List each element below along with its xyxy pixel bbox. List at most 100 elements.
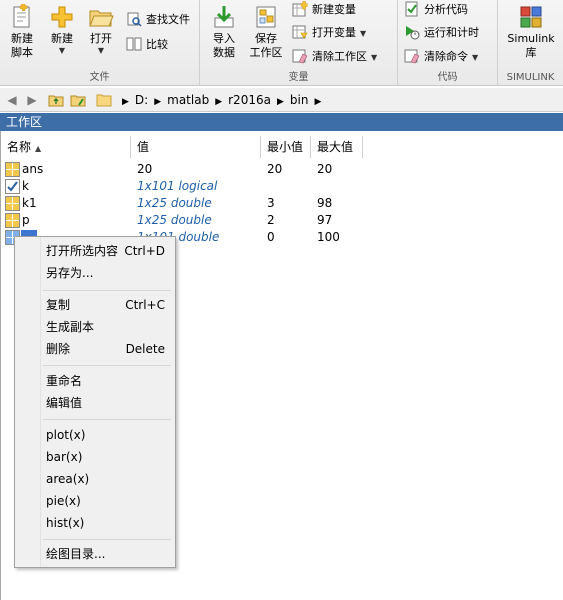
table-row[interactable]: p 1x25 double 2 97 bbox=[1, 212, 563, 229]
variable-section: 导入 数据 保存 工作区 新建变量 打开变量 ▼ 清除工作区 ▼ 变量 bbox=[200, 0, 398, 86]
clear-workspace-label: 清除工作区 bbox=[312, 50, 367, 63]
forward-arrow-icon[interactable]: ▶ bbox=[24, 92, 40, 108]
chevron-right-icon: ▶ bbox=[276, 97, 284, 107]
column-header-label: 值 bbox=[137, 140, 150, 154]
column-header-value[interactable]: 值 bbox=[131, 136, 261, 158]
variable-value: 1x25 double bbox=[137, 213, 212, 227]
column-header-max[interactable]: 最大值 bbox=[311, 136, 363, 158]
breadcrumb: ▶ D: ▶ matlab ▶ r2016a ▶ bin ▶ bbox=[118, 88, 325, 112]
breadcrumb-item[interactable]: matlab bbox=[167, 93, 209, 107]
new-variable-icon bbox=[292, 1, 308, 17]
variable-max: 98 bbox=[317, 196, 333, 210]
menu-item-label: plot(x) bbox=[46, 428, 86, 442]
file-section: 新建 脚本 新建 ▼ 打开 ▼ 查找文件 比较 文件 bbox=[0, 0, 200, 86]
menu-item-pie[interactable]: pie(x) bbox=[15, 490, 175, 512]
simulink-section: Simulink 库 SIMULINK bbox=[498, 0, 563, 86]
column-header-name[interactable]: 名称 ▲ bbox=[1, 136, 131, 158]
simulink-library-button[interactable]: Simulink 库 bbox=[502, 2, 560, 68]
toolstrip: 新建 脚本 新建 ▼ 打开 ▼ 查找文件 比较 文件 导入 数据 保存 工作区 … bbox=[0, 0, 563, 86]
chevron-right-icon: ▶ bbox=[154, 97, 162, 107]
run-and-time-label: 运行和计时 bbox=[424, 26, 479, 39]
folder-icon bbox=[96, 94, 112, 107]
save-workspace-button[interactable]: 保存 工作区 bbox=[246, 2, 286, 68]
save-workspace-icon bbox=[256, 6, 276, 28]
variable-name: k bbox=[22, 179, 29, 193]
new-script-button[interactable]: 新建 脚本 bbox=[4, 2, 40, 68]
simulink-library-icon bbox=[520, 6, 542, 28]
menu-item-area[interactable]: area(x) bbox=[15, 468, 175, 490]
open-variable-icon bbox=[292, 25, 308, 39]
new-label: 新建 bbox=[51, 32, 73, 45]
save-workspace-label-1: 保存 bbox=[255, 32, 277, 45]
menu-item-label: 打开所选内容 bbox=[46, 244, 119, 258]
import-data-label-1: 导入 bbox=[213, 32, 235, 45]
menu-item-plot[interactable]: plot(x) bbox=[15, 424, 175, 446]
compare-button[interactable]: 比较 bbox=[126, 35, 168, 55]
table-row[interactable]: k 1x101 logical bbox=[1, 178, 563, 195]
chevron-right-icon: ▶ bbox=[314, 97, 322, 107]
menu-separator bbox=[43, 290, 171, 291]
menu-item-delete[interactable]: 删除 Delete bbox=[15, 338, 175, 360]
menu-item-shortcut: Ctrl+C bbox=[125, 298, 165, 312]
breadcrumb-item[interactable]: bin bbox=[290, 93, 309, 107]
variable-name: ans bbox=[22, 162, 44, 176]
column-header-label: 最小值 bbox=[267, 140, 304, 154]
chevron-right-icon: ▶ bbox=[215, 97, 223, 107]
open-button[interactable]: 打开 ▼ bbox=[84, 2, 118, 68]
menu-item-label: 编辑值 bbox=[46, 396, 83, 410]
chevron-down-icon: ▼ bbox=[360, 29, 367, 38]
breadcrumb-item[interactable]: D: bbox=[135, 93, 148, 107]
code-section-label: 代码 bbox=[437, 72, 458, 83]
compare-icon bbox=[126, 37, 142, 51]
menu-separator bbox=[43, 419, 171, 420]
menu-item-hist[interactable]: hist(x) bbox=[15, 512, 175, 534]
save-workspace-label-2: 工作区 bbox=[249, 46, 283, 59]
variable-max: 20 bbox=[317, 162, 333, 176]
new-script-icon bbox=[13, 4, 30, 28]
table-row[interactable]: k1 1x25 double 3 98 bbox=[1, 195, 563, 212]
menu-item-duplicate[interactable]: 生成副本 bbox=[15, 316, 175, 338]
code-section: 分析代码 运行和计时 清除命令 ▼ 代码 bbox=[398, 0, 498, 86]
menu-item-shortcut: Delete bbox=[125, 342, 165, 356]
variable-max: 97 bbox=[317, 213, 333, 227]
find-files-icon bbox=[127, 12, 142, 27]
menu-item-copy[interactable]: 复制 Ctrl+C bbox=[15, 294, 175, 316]
menu-separator bbox=[43, 539, 171, 540]
breadcrumb-item[interactable]: r2016a bbox=[228, 93, 271, 107]
variable-min: 20 bbox=[267, 162, 283, 176]
import-data-button[interactable]: 导入 数据 bbox=[206, 2, 242, 68]
import-data-icon bbox=[214, 6, 234, 28]
open-variable-button[interactable]: 打开变量 ▼ bbox=[292, 23, 366, 43]
analyze-code-label: 分析代码 bbox=[424, 3, 468, 16]
clear-workspace-button[interactable]: 清除工作区 ▼ bbox=[292, 47, 377, 67]
new-button[interactable]: 新建 ▼ bbox=[45, 2, 79, 68]
menu-item-open-selection[interactable]: 打开所选内容 Ctrl+D bbox=[15, 240, 175, 262]
variable-value: 1x101 logical bbox=[137, 179, 218, 193]
table-row[interactable]: ans 20 20 20 bbox=[1, 161, 563, 178]
analyze-code-icon bbox=[405, 1, 418, 17]
variable-min: 3 bbox=[267, 196, 275, 210]
open-variable-label: 打开变量 bbox=[312, 26, 356, 39]
clear-workspace-icon bbox=[292, 49, 308, 64]
menu-item-rename[interactable]: 重命名 bbox=[15, 370, 175, 392]
new-variable-label: 新建变量 bbox=[312, 3, 356, 16]
simulink-library-label-1: Simulink bbox=[507, 32, 555, 45]
new-script-label-2: 脚本 bbox=[11, 46, 33, 59]
back-arrow-icon[interactable]: ◀ bbox=[4, 92, 20, 108]
menu-item-label: 删除 bbox=[46, 342, 71, 356]
column-header-min[interactable]: 最小值 bbox=[261, 136, 311, 158]
browse-folder-icon[interactable] bbox=[70, 92, 86, 108]
menu-item-save-as[interactable]: 另存为... bbox=[15, 262, 175, 284]
analyze-code-button[interactable]: 分析代码 bbox=[404, 0, 468, 20]
menu-item-bar[interactable]: bar(x) bbox=[15, 446, 175, 468]
find-files-button[interactable]: 查找文件 bbox=[126, 10, 190, 30]
variable-value: 1x25 double bbox=[137, 196, 212, 210]
up-folder-icon[interactable] bbox=[48, 92, 64, 108]
menu-item-plot-catalog[interactable]: 绘图目录... bbox=[15, 543, 175, 565]
menu-item-edit-value[interactable]: 编辑值 bbox=[15, 392, 175, 414]
new-variable-button[interactable]: 新建变量 bbox=[292, 0, 356, 20]
menu-item-label: 复制 bbox=[46, 298, 71, 312]
clear-commands-button[interactable]: 清除命令 ▼ bbox=[404, 47, 478, 67]
import-data-label-2: 数据 bbox=[213, 46, 235, 59]
run-and-time-button[interactable]: 运行和计时 bbox=[404, 23, 479, 43]
